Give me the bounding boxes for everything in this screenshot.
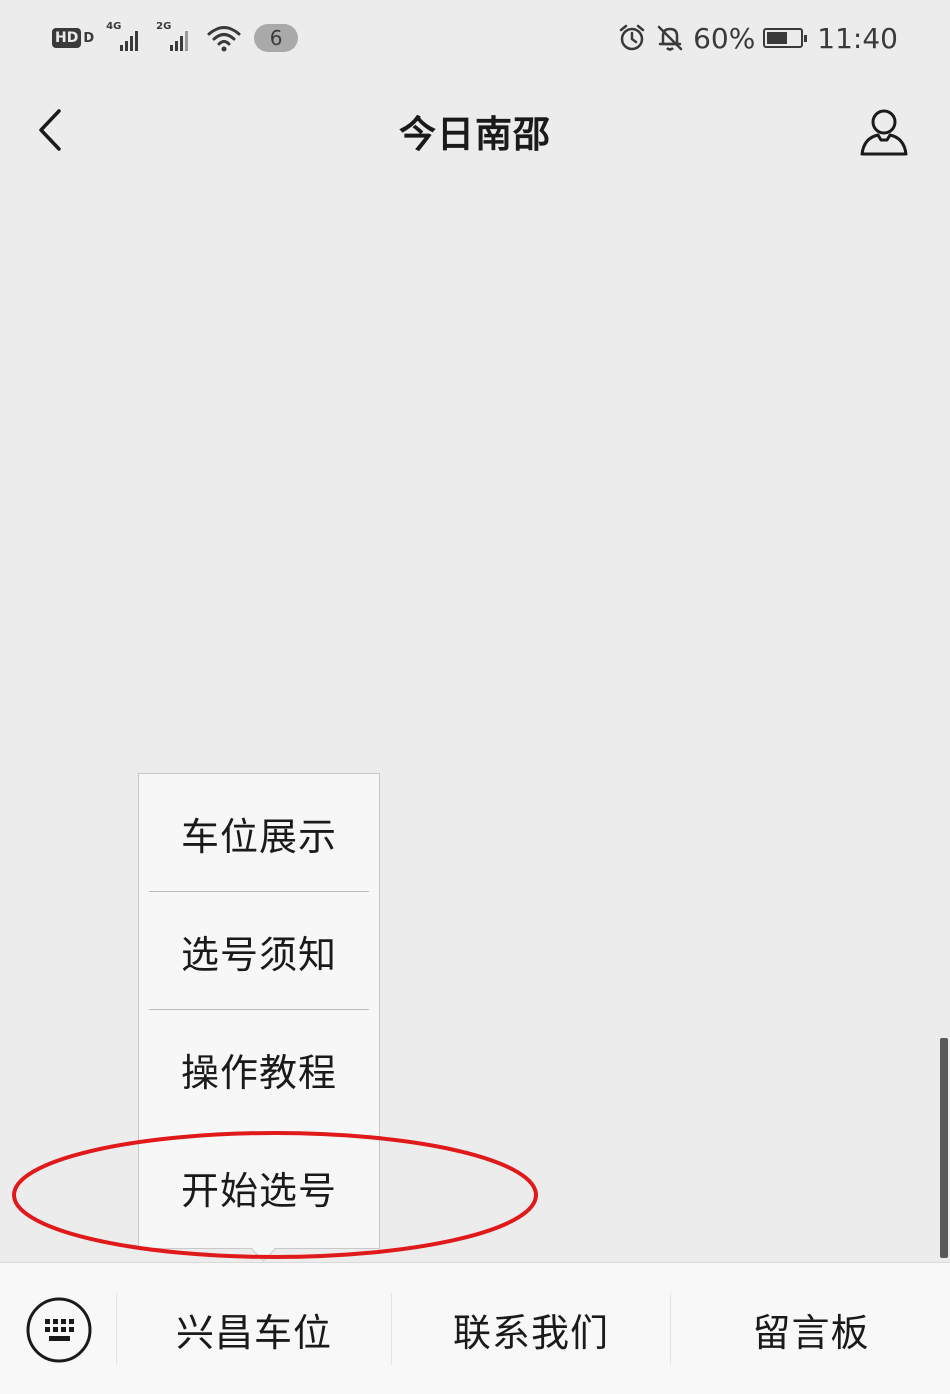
scrollbar[interactable] <box>940 1038 948 1258</box>
signal-icon-secondary: 2G <box>156 21 194 53</box>
menu-item-start-selection[interactable]: 开始选号 <box>139 1128 379 1246</box>
mute-icon <box>657 25 683 51</box>
tab-contact-us[interactable]: 联系我们 <box>393 1263 669 1394</box>
notification-count-badge: 6 <box>254 24 299 52</box>
network-type-label: 4G <box>106 21 122 32</box>
user-icon <box>860 109 908 156</box>
wechat-official-account-screen: HD D 4G 2G 6 60% 11:40 今日南邵 车位展示 选号须知 操作… <box>0 0 950 1394</box>
keyboard-toggle-button[interactable] <box>24 1295 94 1365</box>
bottom-menu-bar: 兴昌车位 联系我们 留言板 <box>0 1262 950 1394</box>
battery-percent: 60% <box>693 21 756 55</box>
hd-icon: HD D <box>52 28 94 48</box>
hd-sub-label: D <box>83 30 95 46</box>
clock-time: 11:40 <box>817 21 898 55</box>
wifi-icon <box>207 26 241 52</box>
battery-icon <box>763 28 808 48</box>
tab-divider <box>670 1293 671 1365</box>
profile-button[interactable] <box>856 104 912 160</box>
tab-parking[interactable]: 兴昌车位 <box>118 1263 390 1394</box>
tab-divider <box>116 1293 117 1365</box>
tab-divider <box>391 1293 392 1365</box>
submenu-popup: 车位展示 选号须知 操作教程 开始选号 <box>138 773 380 1262</box>
page-title: 今日南邵 <box>399 113 551 156</box>
status-left-group: HD D 4G 2G 6 <box>52 20 299 56</box>
hd-label: HD <box>52 28 82 48</box>
menu-item-tutorial[interactable]: 操作教程 <box>139 1010 379 1128</box>
status-right-group: 60% 11:40 <box>617 20 898 56</box>
keyboard-icon <box>26 1297 92 1363</box>
menu-item-selection-notice[interactable]: 选号须知 <box>139 892 379 1010</box>
signal-icon: 4G <box>106 21 144 53</box>
navigation-bar: 今日南邵 <box>0 76 950 186</box>
alarm-icon <box>619 24 645 51</box>
tab-message-board[interactable]: 留言板 <box>672 1263 950 1394</box>
status-bar: HD D 4G 2G 6 60% 11:40 <box>0 0 950 76</box>
menu-item-parking-display[interactable]: 车位展示 <box>139 774 379 892</box>
network-type-label-secondary: 2G <box>156 21 172 32</box>
